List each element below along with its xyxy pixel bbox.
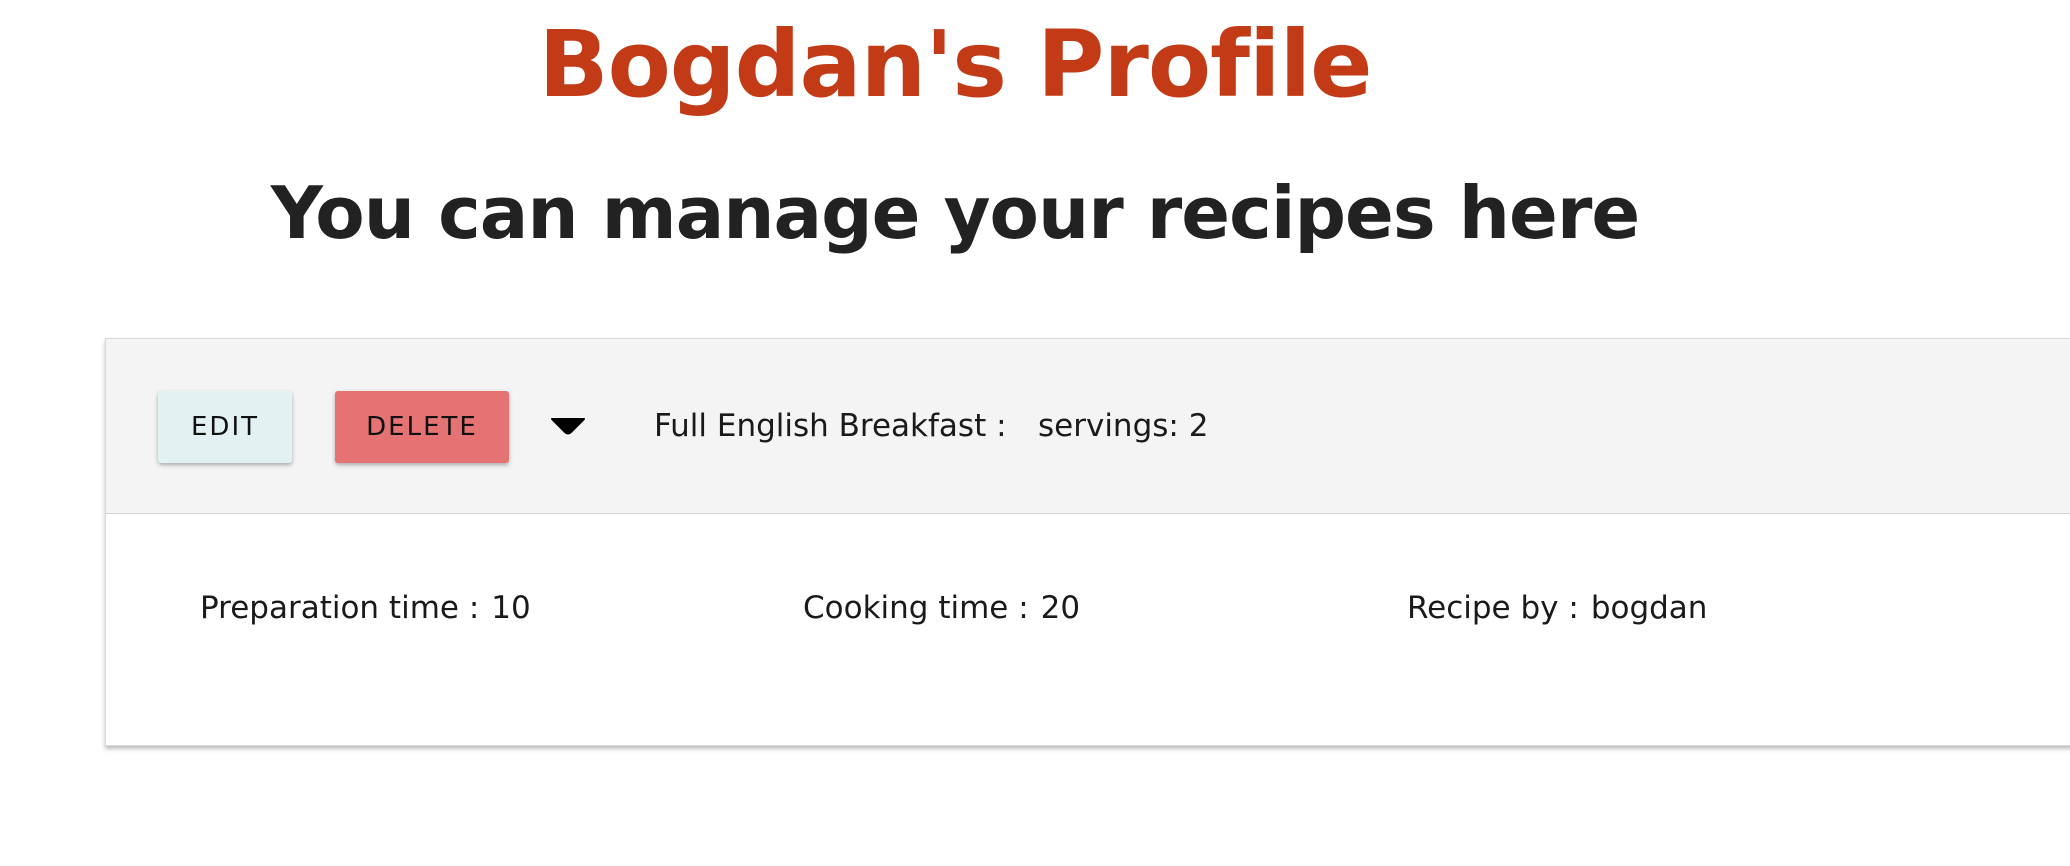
profile-page: Bogdan's Profile You can manage your rec… — [0, 0, 2070, 866]
delete-button[interactable]: DELETE — [335, 391, 509, 463]
edit-button[interactable]: EDIT — [158, 391, 292, 463]
recipe-card-header: EDIT DELETE Full English Breakfast : ser… — [106, 339, 2070, 514]
recipe-author: Recipe by : bogdan — [1407, 583, 1707, 633]
recipe-author-value: bogdan — [1590, 590, 1708, 626]
page-title: Bogdan's Profile — [538, 11, 1372, 118]
preparation-time: Preparation time : 10 — [200, 583, 531, 633]
caret-down-icon[interactable] — [546, 409, 590, 445]
cooking-time: Cooking time : 20 — [803, 583, 1080, 633]
cooking-time-label: Cooking time : — [803, 590, 1029, 626]
cooking-time-value: 20 — [1040, 590, 1081, 626]
preparation-time-label: Preparation time : — [200, 590, 480, 626]
page-subtitle: You can manage your recipes here — [270, 171, 1640, 255]
recipe-name: Full English Breakfast : — [654, 408, 1007, 444]
recipe-servings: servings: 2 — [1038, 408, 1209, 444]
preparation-time-value: 10 — [491, 590, 531, 626]
recipe-card: EDIT DELETE Full English Breakfast : ser… — [105, 338, 2070, 746]
recipe-author-label: Recipe by : — [1407, 590, 1579, 626]
